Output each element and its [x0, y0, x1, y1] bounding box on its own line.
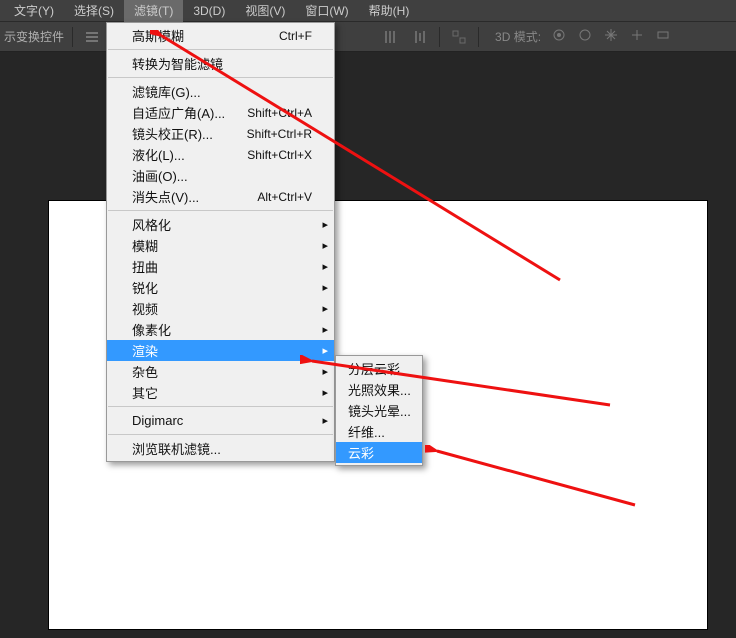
menu-render[interactable]: 渲染 [107, 340, 334, 361]
menu-adaptive-wide-angle[interactable]: 自适应广角(A)...Shift+Ctrl+A [107, 102, 334, 123]
submenu-lighting-effects[interactable]: 光照效果... [336, 379, 422, 400]
submenu-clouds[interactable]: 云彩 [336, 442, 422, 463]
submenu-fibers[interactable]: 纤维... [336, 421, 422, 442]
menu-filter-gallery[interactable]: 滤镜库(G)... [107, 81, 334, 102]
roll-icon[interactable] [577, 27, 593, 46]
filter-menu: 高斯模糊Ctrl+F 转换为智能滤镜 滤镜库(G)... 自适应广角(A)...… [106, 22, 335, 462]
menu-lens-correction[interactable]: 镜头校正(R)...Shift+Ctrl+R [107, 123, 334, 144]
menu-blur[interactable]: 模糊 [107, 235, 334, 256]
menu-pixelate[interactable]: 像素化 [107, 319, 334, 340]
slide-icon[interactable] [629, 27, 645, 46]
menu-vanishing-point[interactable]: 消失点(V)...Alt+Ctrl+V [107, 186, 334, 207]
menu-separator [108, 406, 333, 407]
menu-separator [108, 210, 333, 211]
zoom-icon[interactable] [655, 27, 671, 46]
distribute-button[interactable] [379, 26, 401, 48]
divider [478, 27, 479, 47]
menu-distort[interactable]: 扭曲 [107, 256, 334, 277]
menu-video[interactable]: 视频 [107, 298, 334, 319]
menu-separator [108, 434, 333, 435]
menu-convert-smart[interactable]: 转换为智能滤镜 [107, 53, 334, 74]
menu-noise[interactable]: 杂色 [107, 361, 334, 382]
menu-separator [108, 49, 333, 50]
menu-other[interactable]: 其它 [107, 382, 334, 403]
menu-oil-paint[interactable]: 油画(O)... [107, 165, 334, 186]
menu-digimarc[interactable]: Digimarc [107, 410, 334, 431]
menubar: 文字(Y) 选择(S) 滤镜(T) 3D(D) 视图(V) 窗口(W) 帮助(H… [0, 0, 736, 22]
divider [439, 27, 440, 47]
mode3d-group: 3D 模式: [495, 27, 671, 46]
menu-stylize[interactable]: 风格化 [107, 214, 334, 235]
orbit-icon[interactable] [551, 27, 567, 46]
menu-view[interactable]: 视图(V) [235, 0, 295, 22]
auto-align-button[interactable] [448, 26, 470, 48]
menu-last-filter[interactable]: 高斯模糊Ctrl+F [107, 25, 334, 46]
menu-browse-online[interactable]: 浏览联机滤镜... [107, 438, 334, 459]
divider [72, 27, 73, 47]
menu-help[interactable]: 帮助(H) [359, 0, 420, 22]
menu-window[interactable]: 窗口(W) [295, 0, 358, 22]
align-button[interactable] [81, 26, 103, 48]
menu-liquify[interactable]: 液化(L)...Shift+Ctrl+X [107, 144, 334, 165]
menu-select[interactable]: 选择(S) [64, 0, 124, 22]
render-submenu: 分层云彩 光照效果... 镜头光晕... 纤维... 云彩 [335, 355, 423, 466]
menu-text[interactable]: 文字(Y) [4, 0, 64, 22]
pan-icon[interactable] [603, 27, 619, 46]
mode3d-label: 3D 模式: [495, 28, 541, 45]
distribute-button[interactable] [409, 26, 431, 48]
transform-controls-label: 示变换控件 [4, 28, 64, 45]
menu-sharpen[interactable]: 锐化 [107, 277, 334, 298]
menu-filter[interactable]: 滤镜(T) [124, 0, 183, 22]
submenu-difference-clouds[interactable]: 分层云彩 [336, 358, 422, 379]
menu-separator [108, 77, 333, 78]
submenu-lens-flare[interactable]: 镜头光晕... [336, 400, 422, 421]
menu-3d[interactable]: 3D(D) [183, 1, 235, 21]
